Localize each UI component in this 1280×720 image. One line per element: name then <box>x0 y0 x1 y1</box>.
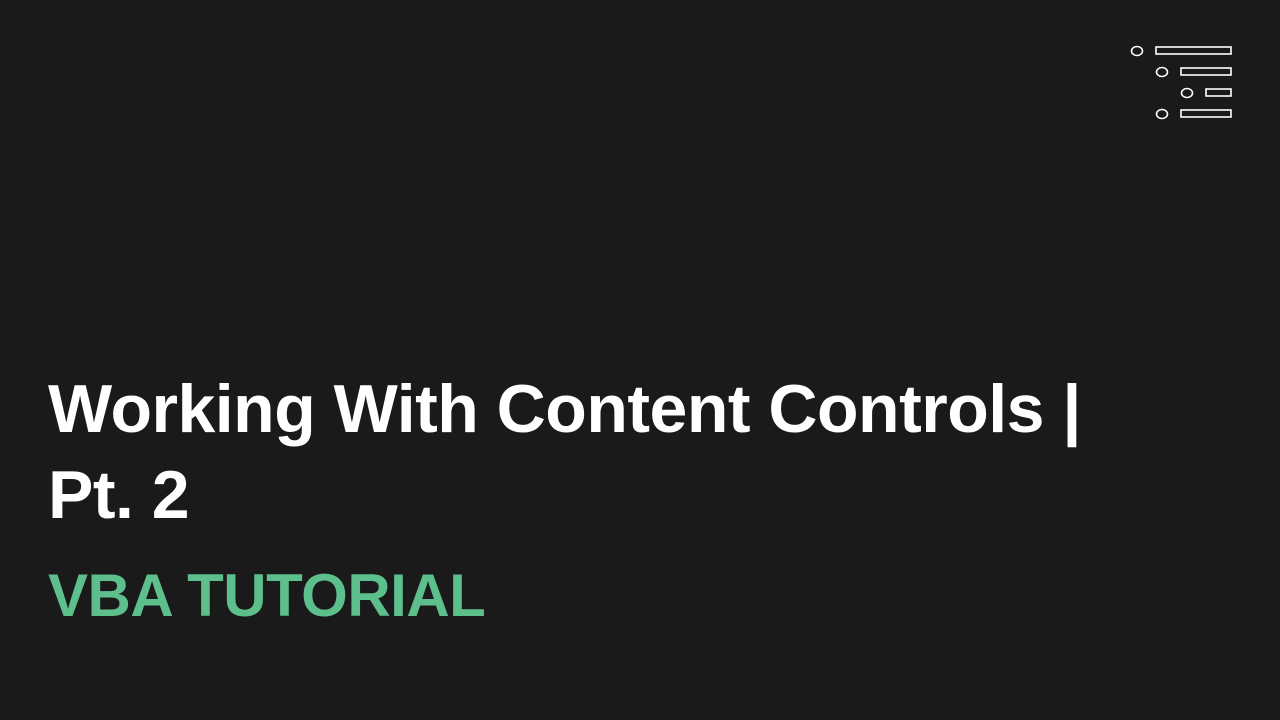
title-line-2: Pt. 2 <box>48 457 190 533</box>
series-subtitle: VBA TUTORIAL <box>48 562 486 629</box>
video-title: Working With Content Controls | Pt. 2 <box>48 366 1188 538</box>
title-line-1: Working With Content Controls | <box>48 371 1081 447</box>
outline-list-icon <box>1130 45 1232 120</box>
